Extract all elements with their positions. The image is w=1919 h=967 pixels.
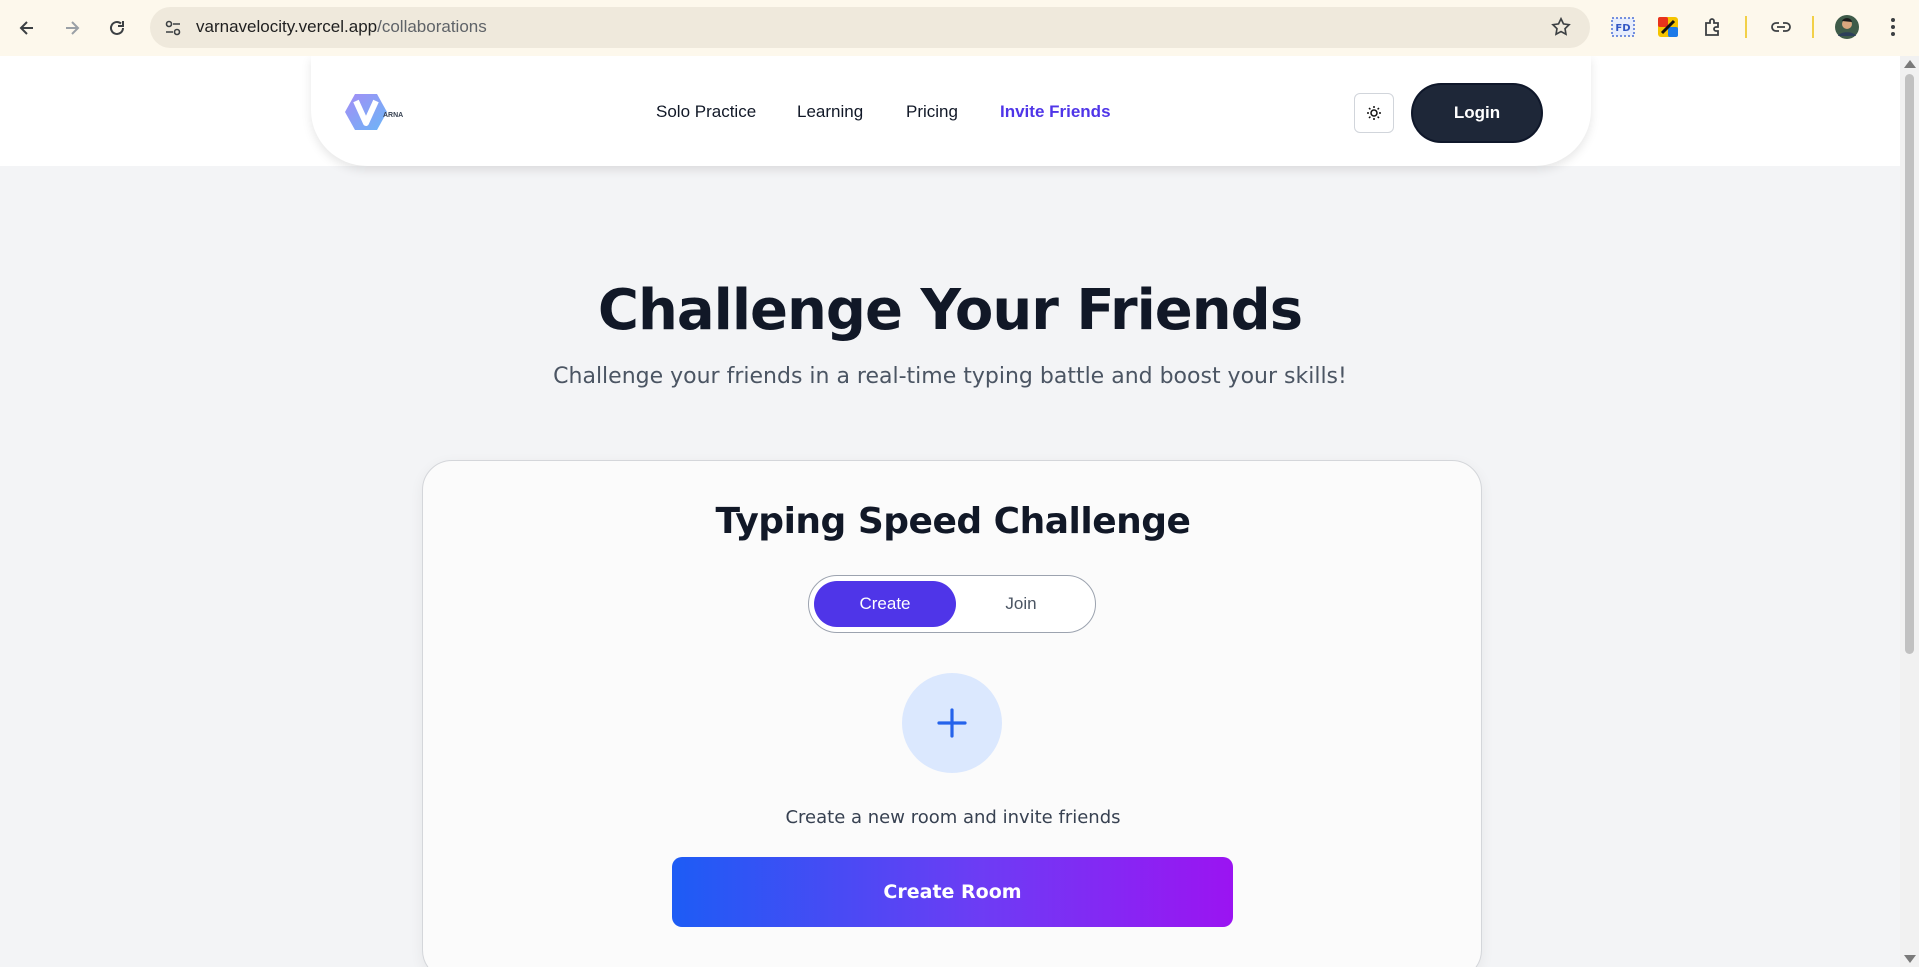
link-icon[interactable] — [1768, 14, 1794, 40]
extension-color-picker-icon[interactable] — [1655, 14, 1681, 40]
create-room-button[interactable]: Create Room — [672, 857, 1233, 927]
scroll-down-icon[interactable] — [1904, 955, 1916, 963]
scroll-up-icon[interactable] — [1904, 60, 1916, 68]
nav-learning[interactable]: Learning — [797, 102, 863, 122]
url-text: varnavelocity.vercel.app/collaborations — [196, 17, 487, 36]
reload-icon[interactable] — [101, 12, 133, 44]
site-info-icon[interactable] — [162, 17, 184, 39]
page-subtitle: Challenge your friends in a real-time ty… — [553, 364, 1347, 389]
page-content: ARNA Solo Practice Learning Pricing Invi… — [0, 56, 1900, 967]
more-menu-icon[interactable] — [1880, 14, 1906, 40]
extensions-puzzle-icon[interactable] — [1700, 14, 1726, 40]
page-scrollbar[interactable] — [1900, 56, 1919, 967]
page-title: Challenge Your Friends — [597, 278, 1303, 343]
nav-solo-practice[interactable]: Solo Practice — [656, 102, 756, 122]
bookmark-star-icon[interactable] — [1550, 16, 1574, 40]
scroll-thumb[interactable] — [1905, 74, 1914, 654]
address-bar[interactable]: varnavelocity.vercel.app/collaborations — [150, 7, 1590, 48]
sun-icon — [1367, 106, 1381, 120]
browser-toolbar: varnavelocity.vercel.app/collaborations … — [0, 0, 1919, 56]
card-description: Create a new room and invite friends — [785, 807, 1121, 828]
svg-text:FD: FD — [1615, 23, 1630, 34]
nav-invite-friends[interactable]: Invite Friends — [1000, 102, 1111, 122]
mode-toggle: Create Join — [808, 575, 1096, 633]
forward-icon[interactable] — [56, 12, 88, 44]
nav-pricing[interactable]: Pricing — [906, 102, 958, 122]
toolbar-divider — [1745, 16, 1747, 38]
card-title: Typing Speed Challenge — [715, 501, 1191, 542]
logo-text: ARNA — [383, 112, 404, 119]
navbar: ARNA Solo Practice Learning Pricing Invi… — [311, 56, 1591, 166]
profile-avatar-icon[interactable] — [1834, 14, 1860, 40]
extension-fd-icon[interactable]: FD — [1610, 14, 1636, 40]
logo[interactable]: ARNA — [345, 92, 411, 132]
plus-icon — [902, 673, 1002, 773]
tab-join[interactable]: Join — [950, 581, 1092, 627]
back-icon[interactable] — [11, 12, 43, 44]
theme-toggle-button[interactable] — [1354, 93, 1394, 133]
toolbar-divider — [1812, 16, 1814, 38]
challenge-card: Typing Speed Challenge Create Join Creat… — [422, 460, 1482, 967]
tab-create[interactable]: Create — [814, 581, 956, 627]
login-button[interactable]: Login — [1413, 85, 1541, 141]
